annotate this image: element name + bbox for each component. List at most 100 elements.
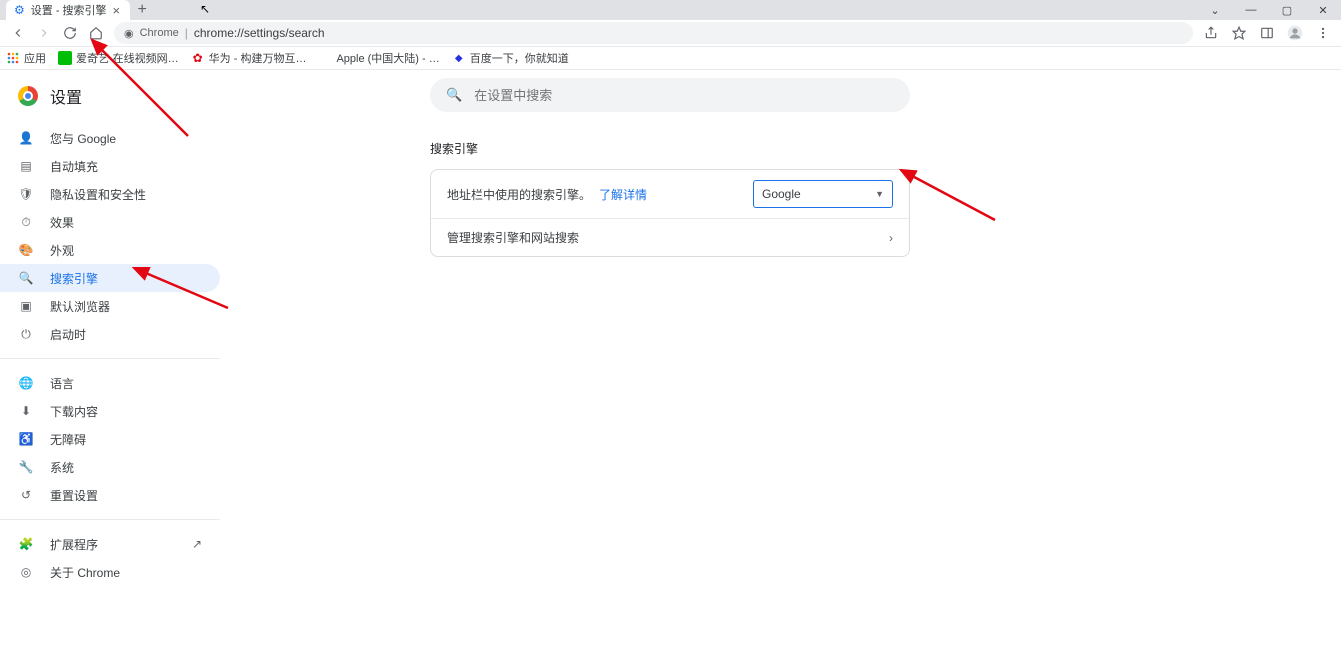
sidebar-item-languages[interactable]: 🌐 语言 <box>0 369 220 397</box>
search-engine-select[interactable]: Google ▼ <box>753 180 893 208</box>
sidebar-item-performance[interactable]: ⏱ 效果 <box>0 208 220 236</box>
sidebar-item-on-startup[interactable]: ⏻启动时 <box>0 320 220 348</box>
sidebar-item-reset[interactable]: ↺重置设置 <box>0 481 220 509</box>
sidebar-item-label: 扩展程序 <box>50 536 98 553</box>
globe-icon: 🌐 <box>18 376 34 390</box>
sidebar-item-label: 自动填充 <box>50 158 98 175</box>
search-settings-input[interactable] <box>474 88 894 103</box>
external-link-icon: ↗ <box>192 537 202 551</box>
browser-toolbar: ◉ Chrome | chrome://settings/search <box>0 20 1341 47</box>
sidebar-item-appearance[interactable]: 🎨 外观 <box>0 236 220 264</box>
sidebar-item-label: 您与 Google <box>50 130 116 147</box>
bookmark-label: 应用 <box>24 50 46 66</box>
favicon <box>58 51 72 65</box>
apps-icon <box>6 51 20 65</box>
window-controls: ⌄ — ▢ ✕ <box>1197 0 1341 20</box>
select-value: Google <box>762 187 801 201</box>
bookmark-item[interactable]: ◆ 百度一下，你就知道 <box>452 50 569 66</box>
bookmark-item[interactable]: Apple (中国大陆) - … <box>318 50 439 66</box>
shield-icon: 🛡 <box>18 187 34 201</box>
bookmark-label: Apple (中国大陆) - … <box>336 50 439 66</box>
search-icon: 🔍 <box>18 271 34 285</box>
home-button[interactable] <box>84 21 108 45</box>
search-settings-box[interactable]: 🔍 <box>430 78 910 112</box>
forward-button[interactable] <box>32 21 56 45</box>
sidebar: 设置 👤 您与 Google ▤ 自动填充 🛡 隐私设置和安全性 ⏱ 效果 🎨 外观 🔍 搜… <box>0 70 220 657</box>
side-panel-icon[interactable] <box>1255 21 1279 45</box>
sidebar-item-label: 隐私设置和安全性 <box>50 186 146 203</box>
bookmark-item[interactable]: 爱奇艺·在线视频网… <box>58 50 179 66</box>
sidebar-item-label: 启动时 <box>50 326 86 343</box>
maximize-button[interactable]: ▢ <box>1269 0 1305 20</box>
settings-content: 设置 👤 您与 Google ▤ 自动填充 🛡 隐私设置和安全性 ⏱ 效果 🎨 外观 🔍 搜… <box>0 70 1341 657</box>
sidebar-item-label: 无障碍 <box>50 431 86 448</box>
sidebar-item-autofill[interactable]: ▤ 自动填充 <box>0 152 220 180</box>
caret-down-icon: ▼ <box>875 189 884 199</box>
search-engine-card: 地址栏中使用的搜索引擎。 了解详情 Google ▼ 管理搜索引擎和网站搜索 › <box>430 169 910 257</box>
close-tab-icon[interactable]: × <box>113 4 121 17</box>
palette-icon: 🎨 <box>18 243 34 257</box>
browser-tab[interactable]: ⚙ 设置 - 搜索引擎 × <box>6 0 130 20</box>
wrench-icon: 🔧 <box>18 460 34 474</box>
sidebar-item-label: 默认浏览器 <box>50 298 110 315</box>
autofill-icon: ▤ <box>18 159 34 173</box>
close-window-button[interactable]: ✕ <box>1305 0 1341 20</box>
profile-icon[interactable] <box>1283 21 1307 45</box>
menu-icon[interactable] <box>1311 21 1335 45</box>
site-identity-label: Chrome <box>140 27 179 39</box>
bookmark-label: 华为 - 构建万物互… <box>209 50 307 66</box>
tab-title: 设置 - 搜索引擎 <box>31 2 107 18</box>
address-bar[interactable]: ◉ Chrome | chrome://settings/search <box>114 22 1193 44</box>
restore-icon: ↺ <box>18 488 34 502</box>
sidebar-item-downloads[interactable]: ⬇下载内容 <box>0 397 220 425</box>
bookmark-label: 百度一下，你就知道 <box>470 50 569 66</box>
manage-search-engines-row[interactable]: 管理搜索引擎和网站搜索 › <box>431 218 909 256</box>
speedometer-icon: ⏱ <box>18 215 34 230</box>
star-icon[interactable] <box>1227 21 1251 45</box>
new-tab-button[interactable]: + <box>130 0 154 20</box>
sidebar-item-extensions[interactable]: 🧩 扩展程序 ↗ <box>0 530 220 558</box>
settings-title: 设置 <box>50 84 82 108</box>
sidebar-nav: 👤 您与 Google ▤ 自动填充 🛡 隐私设置和安全性 ⏱ 效果 🎨 外观 🔍 搜索引擎… <box>0 124 220 586</box>
chevron-down-icon[interactable]: ⌄ <box>1197 0 1233 20</box>
divider <box>0 358 220 359</box>
sidebar-item-privacy[interactable]: 🛡 隐私设置和安全性 <box>0 180 220 208</box>
favicon: ◆ <box>452 51 466 65</box>
sidebar-item-you-and-google[interactable]: 👤 您与 Google <box>0 124 220 152</box>
bookmark-item[interactable]: ✿ 华为 - 构建万物互… <box>191 50 307 66</box>
sidebar-item-about-chrome[interactable]: ◎ 关于 Chrome <box>0 558 220 586</box>
sidebar-item-default-browser[interactable]: ▣ 默认浏览器 <box>0 292 220 320</box>
tab-strip: ⚙ 设置 - 搜索引擎 × + <box>0 0 1341 20</box>
gear-icon: ⚙ <box>14 3 25 17</box>
section-title: 搜索引擎 <box>430 140 910 157</box>
favicon: ✿ <box>191 51 205 65</box>
apps-button[interactable]: 应用 <box>6 50 46 66</box>
sidebar-item-label: 系统 <box>50 459 74 476</box>
default-search-engine-row: 地址栏中使用的搜索引擎。 了解详情 Google ▼ <box>431 170 909 218</box>
chrome-logo-icon <box>18 86 38 106</box>
share-icon[interactable] <box>1199 21 1223 45</box>
extension-icon: 🧩 <box>18 537 34 551</box>
sidebar-item-label: 外观 <box>50 242 74 259</box>
settings-main: 🔍 搜索引擎 地址栏中使用的搜索引擎。 了解详情 Google ▼ 管理搜索引擎… <box>220 70 1341 657</box>
divider: | <box>185 26 188 40</box>
back-button[interactable] <box>6 21 30 45</box>
browser-icon: ▣ <box>18 299 34 313</box>
reload-button[interactable] <box>58 21 82 45</box>
sidebar-item-system[interactable]: 🔧 系统 <box>0 453 220 481</box>
bookmark-label: 爱奇艺·在线视频网… <box>76 50 179 66</box>
row-label: 地址栏中使用的搜索引擎。 <box>447 186 591 203</box>
chrome-icon: ◎ <box>18 565 34 579</box>
site-info-icon[interactable]: ◉ <box>124 27 134 40</box>
minimize-button[interactable]: — <box>1233 0 1269 20</box>
person-icon: 👤 <box>18 131 34 145</box>
sidebar-item-accessibility[interactable]: ♿无障碍 <box>0 425 220 453</box>
favicon <box>318 51 332 65</box>
sidebar-item-label: 语言 <box>50 375 74 392</box>
settings-header: 设置 <box>0 84 220 108</box>
sidebar-item-label: 效果 <box>50 214 74 231</box>
sidebar-item-label: 关于 Chrome <box>50 564 120 581</box>
sidebar-item-search-engine[interactable]: 🔍 搜索引擎 <box>0 264 220 292</box>
sidebar-item-label: 搜索引擎 <box>50 270 98 287</box>
learn-more-link[interactable]: 了解详情 <box>599 186 647 203</box>
